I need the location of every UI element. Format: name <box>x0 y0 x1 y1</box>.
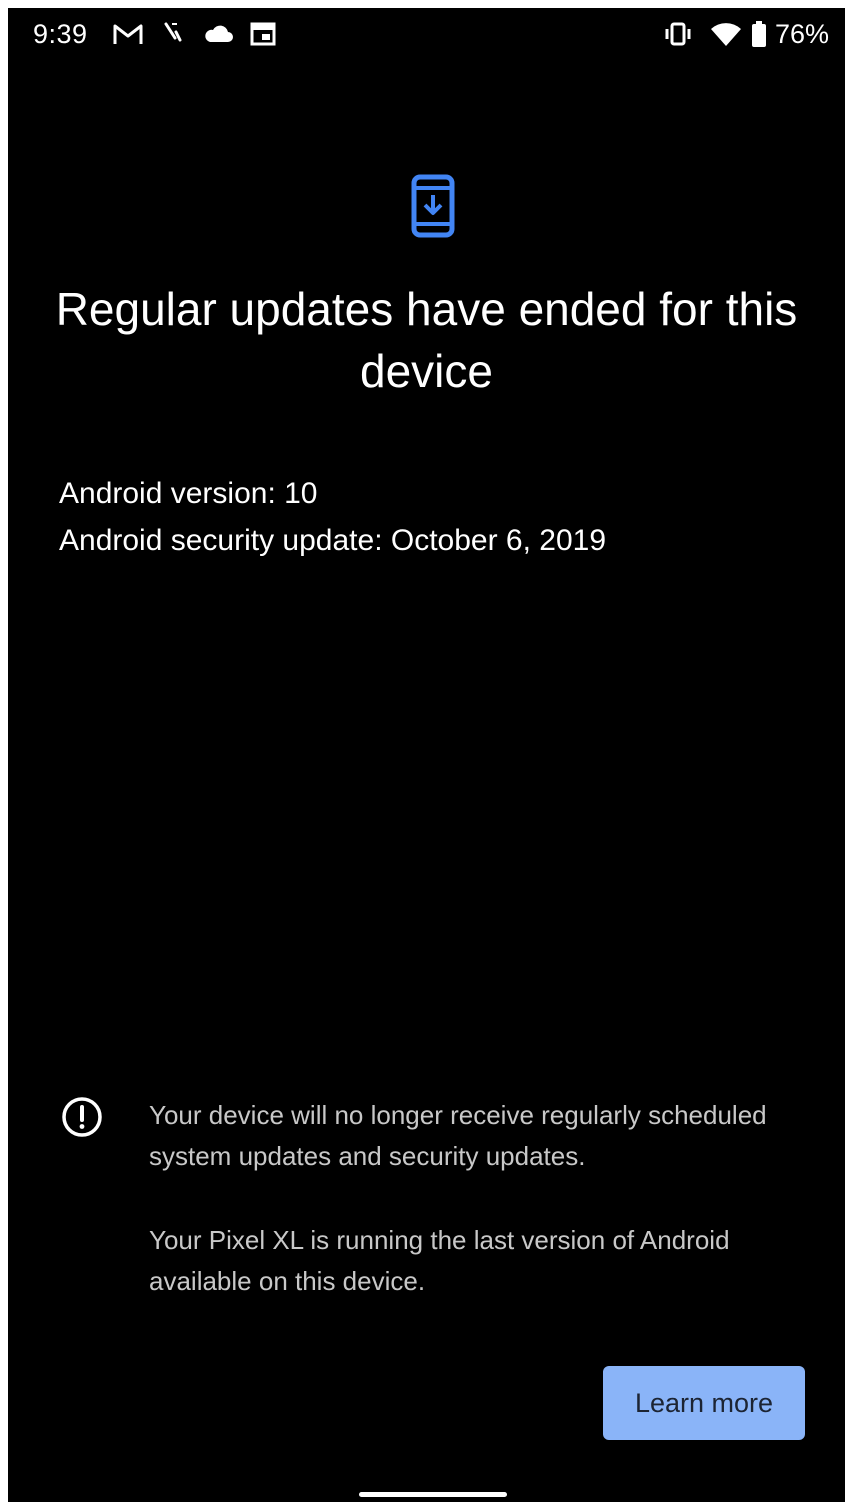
battery-percent: 76% <box>774 19 829 49</box>
vibrate-icon <box>665 22 691 46</box>
version-info: Android version: 10 Android security upd… <box>59 470 606 564</box>
battery-icon <box>752 21 766 47</box>
cloud-icon <box>205 25 233 42</box>
gmail-icon <box>113 24 143 44</box>
page-title: Regular updates have ended for this devi… <box>55 283 798 397</box>
alert-circle-icon <box>62 1097 102 1137</box>
notice-paragraph-2: Your Pixel XL is running the last versio… <box>149 1225 730 1296</box>
android-version: Android version: 10 <box>59 477 318 510</box>
wifi-icon <box>711 23 741 46</box>
learn-more-button[interactable]: Learn more <box>603 1366 805 1440</box>
status-time: 9:39 <box>33 19 88 49</box>
calendar-icon <box>250 22 276 46</box>
gesture-nav-handle[interactable] <box>359 1492 507 1497</box>
notice-text: Your device will no longer receive regul… <box>149 1095 809 1345</box>
status-bar: 9:39 76% <box>8 8 845 60</box>
system-update-icon <box>411 174 455 238</box>
update-screen: 9:39 76% Regular updates have ended for … <box>8 8 845 1502</box>
security-update-date: Android security update: October 6, 2019 <box>59 524 607 557</box>
notice-paragraph-1: Your device will no longer receive regul… <box>149 1100 767 1171</box>
missed-call-icon <box>164 22 182 42</box>
